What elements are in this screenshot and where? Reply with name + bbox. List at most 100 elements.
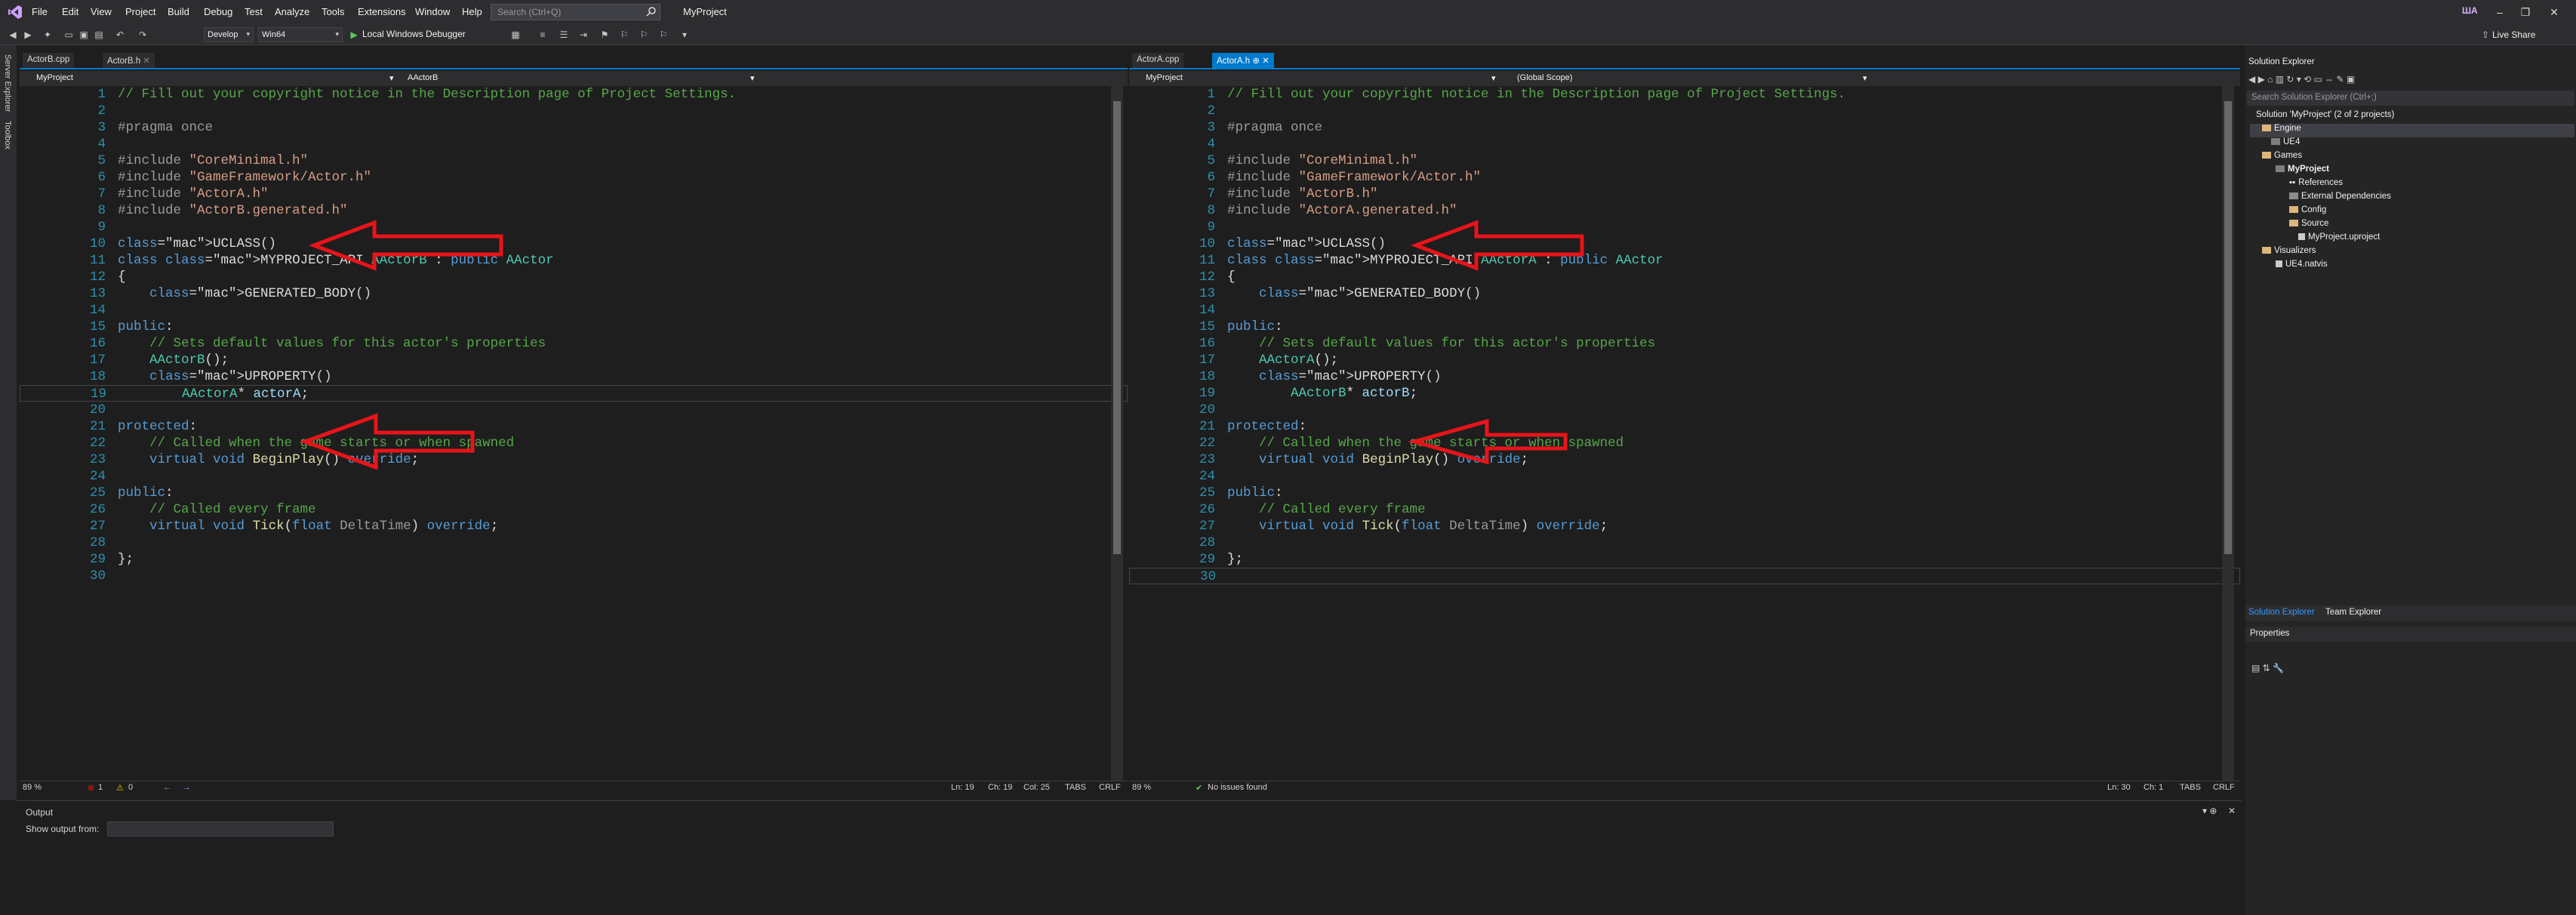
code-line[interactable]: 22 // Called when the game starts or whe…: [20, 435, 1128, 451]
code-text[interactable]: class="mac">UCLASS(): [118, 236, 276, 252]
code-text[interactable]: virtual void Tick(float DeltaTime) overr…: [1227, 518, 1608, 535]
scroll-thumb[interactable]: [2224, 101, 2232, 554]
code-text[interactable]: };: [118, 551, 134, 568]
eol-mode[interactable]: CRLF: [2213, 783, 2235, 792]
menu-project[interactable]: Project: [125, 6, 155, 17]
chevron-down-icon[interactable]: ▾: [389, 73, 394, 83]
code-line[interactable]: 6 #include "GameFramework/Actor.h": [1129, 169, 2240, 186]
solution-explorer-toolbar[interactable]: ◀ ▶ ⌂ ▥ ↻ ▾ ⟲ ▭ ⇔ ✎ ▣: [2248, 74, 2355, 85]
code-line[interactable]: 11 class class="mac">MYPROJECT_API AActor…: [20, 252, 1128, 269]
code-line[interactable]: 14: [20, 302, 1128, 319]
menu-debug[interactable]: Debug: [204, 6, 232, 17]
code-line[interactable]: 22 // Called when the game starts or whe…: [1129, 435, 2240, 451]
code-text[interactable]: #pragma once: [1227, 119, 1322, 136]
nav-scope[interactable]: (Global Scope): [1517, 73, 1572, 82]
code-line[interactable]: 14: [1129, 302, 2240, 319]
code-editor-left[interactable]: 1 // Fill out your copyright notice in th…: [20, 86, 1128, 750]
code-line[interactable]: 13 class="mac">GENERATED_BODY(): [20, 285, 1128, 302]
code-text[interactable]: #include "ActorB.h": [1227, 186, 1378, 202]
code-text[interactable]: // Called every frame: [118, 501, 316, 518]
code-line[interactable]: 25 public:: [20, 485, 1128, 501]
eol-mode[interactable]: CRLF: [1099, 783, 1121, 792]
tree-uproject[interactable]: MyProject.uproject: [2298, 233, 2380, 246]
server-explorer-tab[interactable]: Server Explorer: [3, 54, 12, 112]
play-icon[interactable]: ▶: [349, 29, 359, 40]
code-text[interactable]: AActorA* actorA;: [118, 386, 309, 402]
toolbox-tab[interactable]: Toolbox: [3, 121, 12, 149]
code-line[interactable]: 8 #include "ActorA.generated.h": [1129, 202, 2240, 219]
code-line[interactable]: 12 {: [1129, 269, 2240, 285]
tree-ue4[interactable]: UE4: [2271, 137, 2300, 151]
bookmark-clear-icon[interactable]: ⚐: [658, 29, 669, 40]
code-line[interactable]: 15 public:: [1129, 319, 2240, 335]
code-text[interactable]: #pragma once: [118, 119, 213, 136]
error-icon[interactable]: ⊗: [88, 783, 94, 793]
tree-engine[interactable]: Engine: [2250, 124, 2574, 137]
code-text[interactable]: #include "GameFramework/Actor.h": [118, 169, 371, 186]
code-line[interactable]: 2: [20, 103, 1128, 119]
code-line[interactable]: 9: [20, 219, 1128, 236]
code-line[interactable]: 18 class="mac">UPROPERTY(): [20, 368, 1128, 385]
code-text[interactable]: protected:: [1227, 418, 1306, 435]
code-line[interactable]: 1 // Fill out your copyright notice in th…: [20, 86, 1128, 103]
minimize-icon[interactable]: –: [2491, 3, 2509, 21]
code-line[interactable]: 21 protected:: [1129, 418, 2240, 435]
code-line[interactable]: 19 AActorA* actorA;: [20, 385, 1128, 402]
code-line[interactable]: 11 class class="mac">MYPROJECT_API AActor…: [1129, 252, 2240, 269]
close-icon[interactable]: ✕: [2545, 3, 2563, 21]
bookmark-icon[interactable]: ⚑: [599, 29, 610, 40]
bookmark-prev-icon[interactable]: ⚐: [619, 29, 629, 40]
code-line[interactable]: 4: [1129, 136, 2240, 152]
arrow-left-icon[interactable]: ←: [163, 783, 171, 792]
new-project-icon[interactable]: ✦: [42, 29, 53, 40]
code-line[interactable]: 8 #include "ActorB.generated.h": [20, 202, 1128, 219]
code-line[interactable]: 20: [1129, 402, 2240, 418]
code-text[interactable]: #include "GameFramework/Actor.h": [1227, 169, 1481, 186]
menu-window[interactable]: Window: [415, 6, 450, 17]
menu-file[interactable]: File: [32, 6, 48, 17]
menu-build[interactable]: Build: [168, 6, 189, 17]
close-icon[interactable]: ✕: [143, 57, 150, 66]
code-text[interactable]: AActorB();: [118, 352, 229, 368]
code-line[interactable]: 25 public:: [1129, 485, 2240, 501]
save-all-icon[interactable]: ▤: [94, 29, 104, 40]
code-text[interactable]: {: [118, 269, 126, 285]
issues-status[interactable]: No issues found: [1208, 783, 1267, 792]
code-text[interactable]: public:: [118, 485, 174, 501]
code-line[interactable]: 5 #include "CoreMinimal.h": [20, 152, 1128, 169]
start-debugger-button[interactable]: Local Windows Debugger: [362, 29, 466, 39]
code-line[interactable]: 18 class="mac">UPROPERTY(): [1129, 368, 2240, 385]
code-text[interactable]: #include "ActorA.h": [118, 186, 269, 202]
format-icon[interactable]: ≡: [537, 29, 548, 40]
code-line[interactable]: 6 #include "GameFramework/Actor.h": [20, 169, 1128, 186]
code-text[interactable]: // Fill out your copyright notice in the…: [118, 86, 736, 103]
nav-scope[interactable]: AActorB: [408, 73, 438, 82]
back-icon[interactable]: ◀: [8, 29, 18, 40]
code-text[interactable]: #include "CoreMinimal.h": [118, 152, 308, 169]
open-file-icon[interactable]: ▭: [63, 29, 74, 40]
code-text[interactable]: public:: [118, 319, 174, 335]
code-line[interactable]: 19 AActorB* actorB;: [1129, 385, 2240, 402]
code-line[interactable]: 23 virtual void BeginPlay() override;: [20, 451, 1128, 468]
code-text[interactable]: AActorB* actorB;: [1227, 385, 1417, 402]
tabs-mode[interactable]: TABS: [1065, 783, 1086, 792]
menu-tools[interactable]: Tools: [322, 6, 344, 17]
scrollbar-vertical[interactable]: [2222, 86, 2234, 781]
code-line[interactable]: 24: [20, 468, 1128, 485]
bookmark-next-icon[interactable]: ⚐: [639, 29, 649, 40]
code-line[interactable]: 26 // Called every frame: [20, 501, 1128, 518]
code-line[interactable]: 28: [1129, 535, 2240, 551]
pin-icon[interactable]: ▾ ⊕: [2202, 806, 2217, 816]
code-line[interactable]: 23 virtual void BeginPlay() override;: [1129, 451, 2240, 468]
pin-icon[interactable]: ⊕: [1252, 57, 1260, 66]
indent-icon[interactable]: ⇥: [578, 29, 589, 40]
code-text[interactable]: class="mac">GENERATED_BODY(): [1227, 285, 1481, 302]
code-line[interactable]: 3 #pragma once: [20, 119, 1128, 136]
scrollbar-vertical[interactable]: [1111, 86, 1123, 781]
chevron-down-icon[interactable]: ▾: [750, 73, 755, 83]
menu-edit[interactable]: Edit: [62, 6, 78, 17]
code-line[interactable]: 17 AActorA();: [1129, 352, 2240, 368]
code-line[interactable]: 24: [1129, 468, 2240, 485]
close-icon[interactable]: ✕: [1262, 57, 1270, 66]
code-line[interactable]: 1 // Fill out your copyright notice in th…: [1129, 86, 2240, 103]
